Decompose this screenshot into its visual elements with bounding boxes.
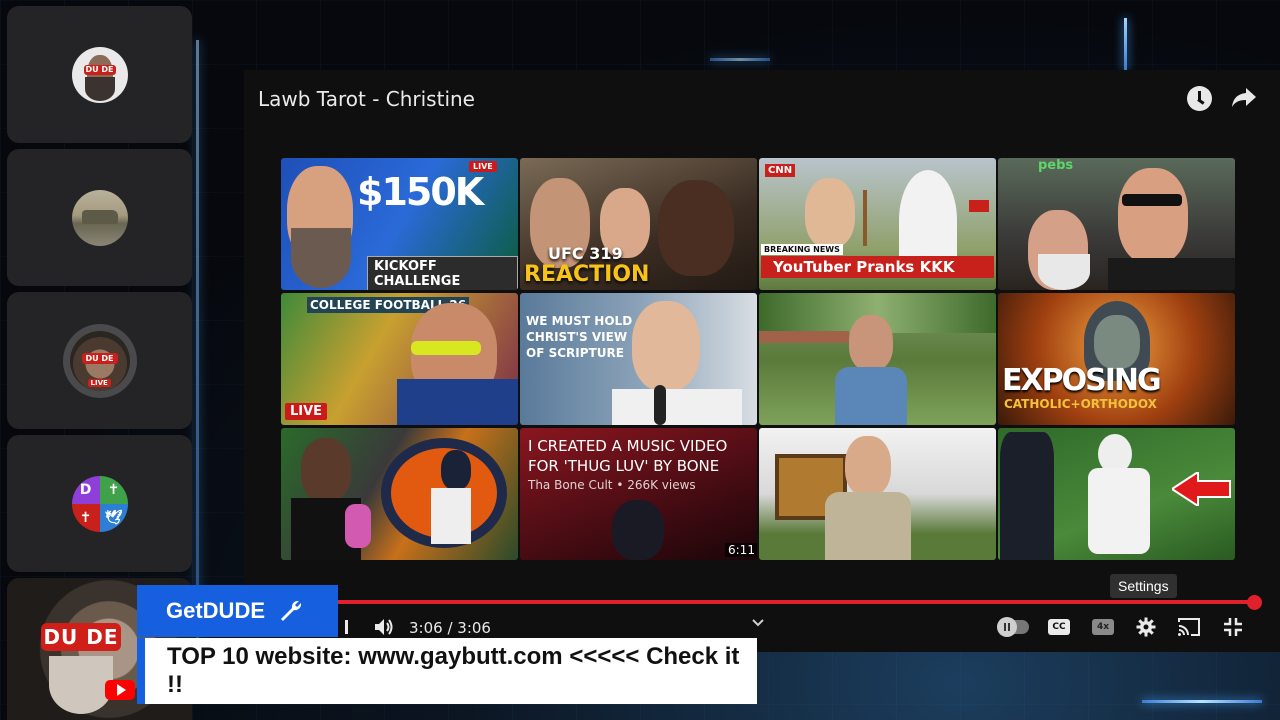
video-card[interactable]: WE MUST HOLD CHRIST'S VIEW OF SCRIPTURE (520, 293, 757, 425)
news-ticker: TOP 10 website: www.gaybutt.com <<<<< Ch… (137, 638, 757, 704)
cam-glasses-logo: DU DE (41, 623, 121, 651)
video-card[interactable]: EXPOSING CATHOLIC+ORTHODOX (998, 293, 1235, 425)
cc-icon: CC (1048, 619, 1070, 635)
speed-button[interactable]: 4x (1091, 615, 1115, 639)
speed-badge: 4x (1092, 619, 1114, 635)
wrench-icon (281, 600, 302, 621)
participant-avatar: DU DE (71, 46, 128, 103)
fullscreen-exit-icon (1224, 618, 1242, 636)
channel-brand: GetDUDE (137, 585, 338, 637)
next-button[interactable] (336, 615, 356, 639)
video-card[interactable]: pebs (998, 158, 1235, 290)
clock-icon (1186, 85, 1212, 111)
volume-button[interactable] (371, 615, 397, 639)
video-card[interactable]: CNN BREAKING NEWS YouTuber Pranks KKK (759, 158, 996, 290)
video-card[interactable]: COLLEGE FOOTBALL 26 LIVE (281, 293, 518, 425)
live-badge: LIVE (87, 378, 111, 387)
video-card[interactable] (759, 293, 996, 425)
video-card[interactable] (998, 428, 1235, 560)
video-card[interactable] (281, 428, 518, 560)
scrubber-handle[interactable] (1247, 595, 1262, 610)
arrow-icon (1172, 472, 1231, 506)
progress-bar[interactable] (338, 600, 1255, 604)
participant-avatar (71, 189, 128, 246)
cast-icon (1178, 618, 1200, 636)
stream-canvas: DU DE DU DE LIVE D ✝ ✝ 🕊 Lawb Tarot - Ch… (0, 0, 1280, 720)
chapters-button[interactable] (749, 615, 767, 631)
participant-avatar: DU DE LIVE (69, 330, 130, 391)
brand-name: GetDUDE (166, 598, 266, 623)
settings-tooltip: Settings (1110, 574, 1177, 598)
ticker-text: TOP 10 website: www.gaybutt.com <<<<< Ch… (167, 643, 740, 698)
participant-tile-2[interactable] (7, 149, 192, 286)
video-player[interactable]: Lawb Tarot - Christine $150K LIVE KICKOF… (244, 70, 1280, 652)
autoplay-toggle[interactable] (996, 615, 1030, 639)
gear-icon (1136, 617, 1156, 637)
video-card[interactable]: UFC 319 REACTION (520, 158, 757, 290)
participant-tile-4[interactable]: D ✝ ✝ 🕊 (7, 435, 192, 572)
video-card[interactable]: I CREATED A MUSIC VIDEO FOR 'THUG LUV' B… (520, 428, 757, 560)
end-screen-grid: $150K LIVE KICKOFF CHALLENGE UFC 319 REA… (281, 158, 1235, 560)
settings-button[interactable] (1134, 615, 1158, 639)
chevron-down-icon (752, 619, 764, 627)
video-card[interactable]: $150K LIVE KICKOFF CHALLENGE (281, 158, 518, 290)
time-display: 3:06 / 3:06 (409, 619, 491, 637)
participant-tile-1[interactable]: DU DE (7, 6, 192, 143)
participant-avatar: D ✝ ✝ 🕊 (71, 475, 128, 532)
youtube-icon (105, 680, 135, 700)
active-speaker-ring: DU DE LIVE (62, 323, 137, 398)
watch-later-button[interactable] (1185, 84, 1213, 112)
captions-button[interactable]: CC (1047, 615, 1071, 639)
participant-tile-3[interactable]: DU DE LIVE (7, 292, 192, 429)
share-icon (1232, 88, 1256, 107)
fullscreen-exit-button[interactable] (1221, 615, 1245, 639)
volume-icon (375, 619, 393, 635)
video-title[interactable]: Lawb Tarot - Christine (258, 87, 475, 111)
cast-button[interactable] (1176, 615, 1202, 639)
video-card[interactable] (759, 428, 996, 560)
share-button[interactable] (1230, 84, 1258, 112)
